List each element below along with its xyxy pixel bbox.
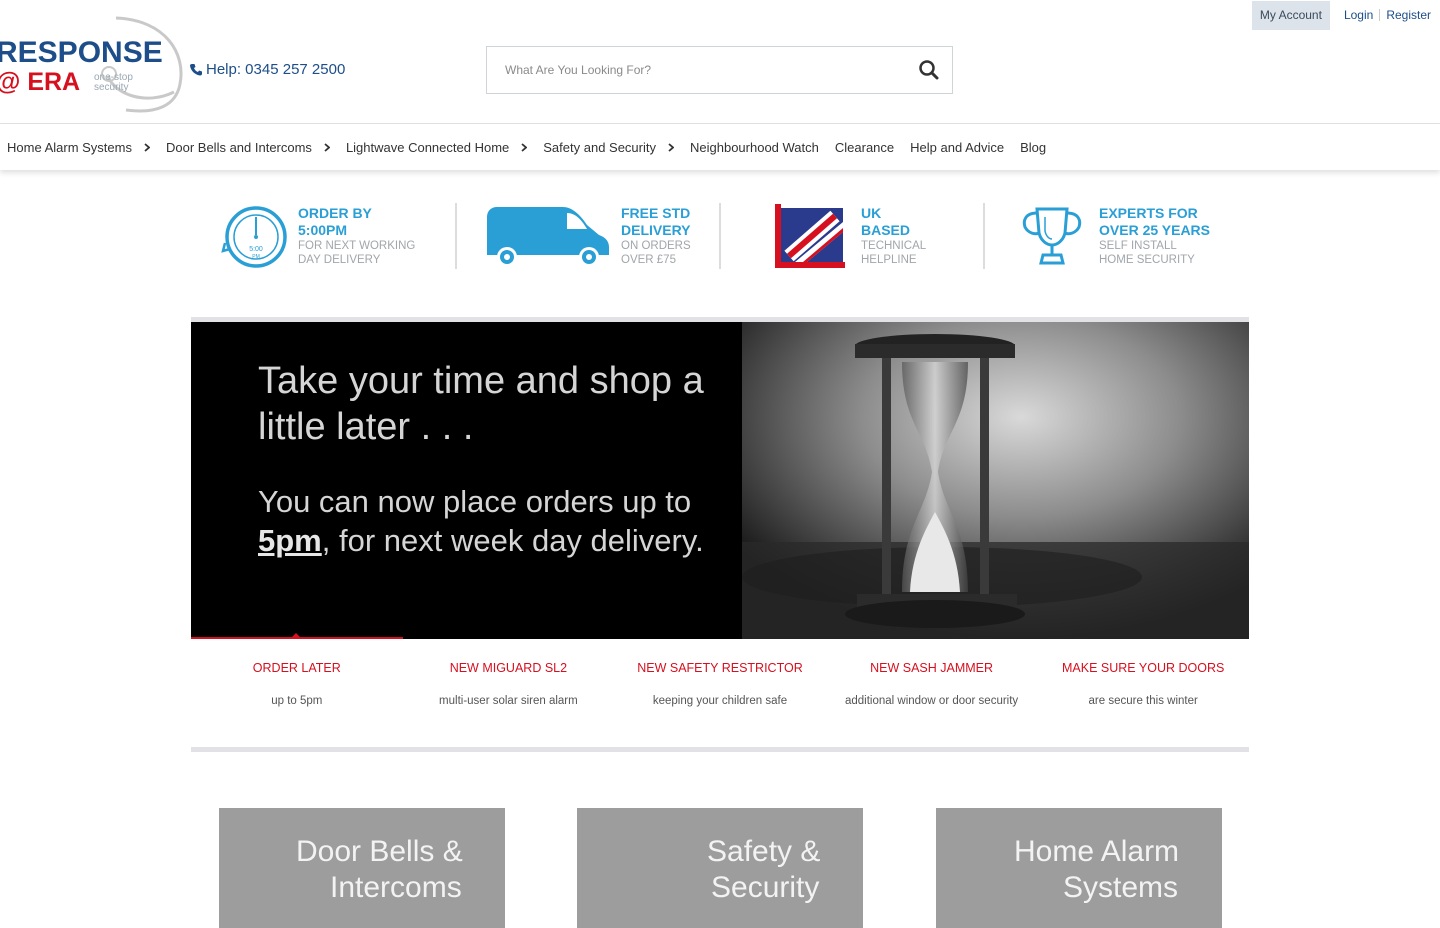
slide-tab-subtitle: additional window or door security	[844, 695, 1019, 707]
usp-order-by: 5:00 PM ORDER BY 5:00PM FOR NEXT WORKING…	[220, 200, 455, 272]
help-phone-text: Help: 0345 257 2500	[206, 61, 346, 78]
slide-tab-secure-doors[interactable]: MAKE SURE YOUR DOORS are secure this win…	[1037, 639, 1249, 729]
banner-text: Take your time and shop a little later .…	[258, 358, 708, 560]
usp-title: DELIVERY	[621, 222, 691, 238]
banner-highlight: 5pm	[258, 523, 322, 558]
nav-item-lightwave-connected-home[interactable]: Lightwave Connected Home	[345, 139, 528, 155]
chevron-right-icon	[144, 142, 150, 152]
usp-title: OVER 25 YEARS	[1099, 222, 1211, 238]
uk-flag-icon	[775, 204, 845, 268]
category-tile-safety-security[interactable]: Safety & Security	[577, 808, 863, 928]
slide-tab-miguard-sl2[interactable]: NEW MIGUARD SL2 multi-user solar siren a…	[403, 639, 615, 729]
slide-tab-safety-restrictor[interactable]: NEW SAFETY RESTRICTOR keeping your child…	[614, 639, 826, 729]
clock-icon-time: 5:00	[249, 246, 263, 253]
usp-text: TECHNICAL	[861, 240, 927, 252]
logo-tagline-2: security	[94, 82, 128, 93]
category-tile-home-alarm[interactable]: Home Alarm Systems	[936, 808, 1222, 928]
chevron-right-icon	[668, 142, 674, 152]
search-input[interactable]	[487, 47, 887, 93]
usp-title: EXPERTS FOR	[1099, 205, 1198, 221]
search-box	[486, 46, 953, 94]
category-tile-door-bells[interactable]: Door Bells & Intercoms	[219, 808, 505, 928]
slide-tab-title: NEW SASH JAMMER	[870, 661, 994, 675]
phone-icon	[190, 64, 202, 76]
category-tile-title: Door Bells &	[296, 835, 463, 868]
help-phone[interactable]: Help: 0345 257 2500	[190, 61, 345, 78]
clock-icon-pm: PM	[252, 254, 260, 260]
nav-item-clearance[interactable]: Clearance	[835, 140, 894, 155]
section-divider	[191, 747, 1249, 752]
nav-item-safety-and-security[interactable]: Safety and Security	[543, 140, 674, 155]
usp-free-delivery: FREE STD DELIVERY ON ORDERS OVER £75	[457, 200, 719, 272]
logo-text-era: @ ERA	[0, 68, 80, 96]
usp-uk-based: UK BASED TECHNICAL HELPLINE	[721, 200, 983, 272]
usp-text: SELF INSTALL	[1099, 240, 1177, 252]
usp-text: OVER £75	[621, 254, 676, 266]
category-tile-title: Safety &	[707, 835, 821, 868]
nav-item-neighbourhood-watch[interactable]: Neighbourhood Watch	[690, 140, 819, 155]
nav-item-label: Safety and Security	[543, 139, 656, 155]
usp-text: DAY DELIVERY	[298, 254, 381, 266]
nav-item-label: Home Alarm Systems	[7, 139, 132, 155]
usp-text: HELPLINE	[861, 254, 917, 266]
van-icon	[487, 207, 609, 267]
site-header: RESPONSE @ ERA one-stop security Help: 0…	[0, 0, 1440, 124]
usp-title: 5:00PM	[298, 222, 348, 238]
nav-item-label: Door Bells and Intercoms	[165, 139, 312, 155]
active-slide-pointer	[291, 633, 301, 638]
nav-item-help-and-advice[interactable]: Help and Advice	[910, 140, 1004, 155]
usp-title: FREE STD	[621, 205, 691, 221]
usp-text: HOME SECURITY	[1099, 254, 1195, 266]
usp-experts: EXPERTS FOR OVER 25 YEARS SELF INSTALL H…	[985, 200, 1225, 272]
nav-item-label: Lightwave Connected Home	[345, 139, 510, 155]
trophy-icon	[1022, 207, 1082, 265]
banner-body: You can now place orders up to 5pm, for …	[258, 484, 704, 558]
banner-heading: Take your time and shop a little later .…	[258, 360, 704, 448]
main-nav: Home Alarm Systems Door Bells and Interc…	[0, 124, 1440, 170]
search-icon[interactable]	[918, 59, 940, 81]
nav-item-label: Help and Advice	[910, 139, 1005, 155]
nav-item-door-bells-and-intercoms[interactable]: Door Bells and Intercoms	[166, 140, 330, 155]
nav-item-label: Blog	[1020, 139, 1047, 155]
usp-title: UK	[861, 205, 882, 221]
logo-text-response: RESPONSE	[0, 36, 163, 69]
slide-tab-sash-jammer[interactable]: NEW SASH JAMMER additional window or doo…	[826, 639, 1038, 729]
slide-tab-subtitle: multi-user solar siren alarm	[439, 695, 578, 707]
chevron-right-icon	[324, 142, 330, 152]
clock-icon: 5:00 PM	[221, 206, 287, 268]
chevron-right-icon	[521, 142, 528, 152]
slide-tab-title: ORDER LATER	[252, 661, 341, 675]
nav-item-label: Neighbourhood Watch	[690, 139, 819, 155]
usp-title: BASED	[861, 222, 911, 238]
usp-text: ON ORDERS	[621, 240, 691, 252]
response-era-logo[interactable]: RESPONSE @ ERA one-stop security	[0, 14, 186, 114]
usp-strip: 5:00 PM ORDER BY 5:00PM FOR NEXT WORKING…	[220, 200, 1230, 272]
slide-tab-title: MAKE SURE YOUR DOORS	[1062, 661, 1225, 675]
category-tile-title: Home Alarm	[1014, 835, 1180, 868]
slide-tab-subtitle: up to 5pm	[271, 695, 323, 707]
slide-tab-subtitle: are secure this winter	[1088, 695, 1198, 707]
nav-item-home-alarm-systems[interactable]: Home Alarm Systems	[7, 140, 150, 155]
slide-tab-subtitle: keeping your children safe	[652, 695, 788, 707]
slide-tab-order-later[interactable]: ORDER LATER up to 5pm	[191, 639, 403, 729]
nav-item-label: Clearance	[834, 139, 895, 155]
usp-title: ORDER BY	[298, 205, 372, 221]
hourglass-image	[742, 322, 1249, 639]
nav-item-blog[interactable]: Blog	[1020, 140, 1046, 155]
slide-tab-title: NEW MIGUARD SL2	[449, 661, 568, 675]
slide-tabs: ORDER LATER up to 5pm NEW MIGUARD SL2 mu…	[191, 639, 1249, 729]
slide-tab-title: NEW SAFETY RESTRICTOR	[637, 661, 803, 675]
usp-text: FOR NEXT WORKING	[298, 240, 416, 252]
hero-banner[interactable]: Take your time and shop a little later .…	[191, 322, 1249, 639]
